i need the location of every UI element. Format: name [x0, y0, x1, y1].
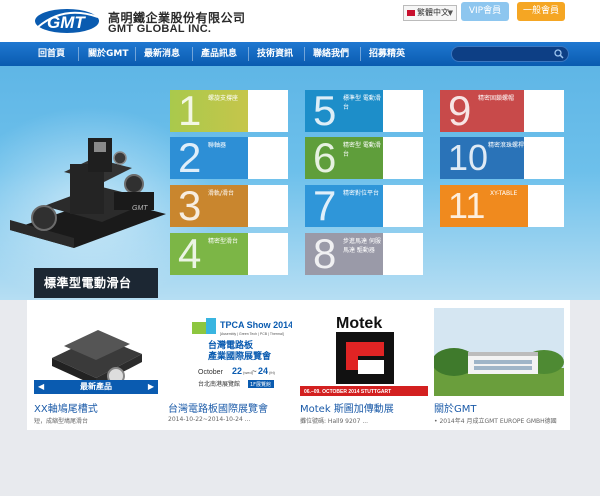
- main-nav: 回首頁 關於GMT 最新消息 產品訊息 技術資訊 聯絡我們 招募精英: [0, 42, 600, 66]
- nav-tech[interactable]: 技術資訊: [257, 42, 293, 66]
- about-summary: • 2014年4 月成立GMT EUROPE GMBH德國: [434, 418, 557, 425]
- category-thumbnail: [524, 90, 564, 132]
- category-thumbnail: [248, 90, 288, 132]
- member-button[interactable]: 一般會員: [517, 2, 565, 21]
- svg-text:1F展覽館: 1F展覽館: [250, 381, 271, 388]
- content-area: TPCA Show 2014 [Assembly | Green Tech | …: [0, 300, 600, 496]
- search-input[interactable]: [451, 46, 569, 62]
- category-thumbnail: [528, 185, 564, 227]
- hero-caption: 標準型電動滑台: [34, 268, 158, 298]
- svg-text:TPCA Show 2014: TPCA Show 2014: [220, 320, 292, 330]
- category-tile-8[interactable]: 8 步進馬達 伺服馬達 驅動器: [305, 233, 423, 275]
- about-gmt-image[interactable]: [434, 308, 564, 396]
- category-thumbnail: [248, 185, 288, 227]
- category-thumbnail: [248, 137, 288, 179]
- svg-text:~: ~: [252, 367, 257, 376]
- svg-text:產業國際展覽會: 產業國際展覽會: [207, 350, 272, 362]
- product-subtitle: 短，成縮型鳩尾滑台: [34, 418, 89, 425]
- nav-divider: [360, 47, 361, 61]
- category-tile-6[interactable]: 6 精密型 電動滑台: [305, 137, 423, 179]
- svg-text:GMT: GMT: [132, 205, 148, 212]
- gmt-logo[interactable]: GMT: [34, 7, 100, 35]
- category-thumbnail: [383, 233, 423, 275]
- svg-text:22: 22: [232, 366, 242, 376]
- new-products-label: 最新產品: [80, 382, 112, 391]
- motek-title-link[interactable]: Motek 斯圖加傳動展: [300, 400, 394, 415]
- category-thumbnail: [383, 185, 423, 227]
- nav-careers[interactable]: 招募精英: [369, 42, 405, 66]
- language-select[interactable]: 繁體中文 ▼: [403, 5, 457, 21]
- category-thumbnail: [383, 90, 423, 132]
- header: GMT 高明鐵企業股份有限公司 GMT GLOBAL INC. 繁體中文 ▼ V…: [0, 0, 600, 42]
- nav-products[interactable]: 產品訊息: [201, 42, 237, 66]
- svg-text:台灣電路板: 台灣電路板: [208, 339, 254, 351]
- nav-divider: [248, 47, 249, 61]
- tpca-date: 2014-10-22~2014-10-24 ...: [168, 416, 251, 423]
- category-tile-9[interactable]: 9 精密固鎖螺帽: [440, 90, 564, 132]
- category-tile-5[interactable]: 5 標準型 電動滑台: [305, 90, 423, 132]
- nav-divider: [78, 47, 79, 61]
- tpca-title-link[interactable]: 台灣電路板國際展覽會: [168, 400, 268, 415]
- search-icon[interactable]: [554, 49, 564, 59]
- nav-divider: [192, 47, 193, 61]
- nav-divider: [135, 47, 136, 61]
- category-thumbnail: [383, 137, 423, 179]
- nav-home[interactable]: 回首頁: [38, 42, 65, 66]
- nav-news[interactable]: 最新消息: [144, 42, 180, 66]
- svg-text:Motek: Motek: [336, 315, 382, 332]
- category-tile-7[interactable]: 7 精密對位平台: [305, 185, 423, 227]
- vip-member-button[interactable]: VIP會員: [461, 2, 509, 21]
- svg-text:[Assembly | Green Tech | PCB |: [Assembly | Green Tech | PCB | Thermal]: [220, 332, 284, 336]
- motek-expo-image[interactable]: Motek 06.–09. OCTOBER 2014 STUTTGART: [300, 308, 428, 396]
- category-tile-2[interactable]: 2 聯軸器: [170, 137, 288, 179]
- nav-about[interactable]: 關於GMT: [88, 42, 128, 66]
- nav-contact[interactable]: 聯絡我們: [313, 42, 349, 66]
- category-tile-11[interactable]: 11 XY-TABLE: [440, 185, 564, 227]
- category-tile-10[interactable]: 10 精密滾珠螺桿: [440, 137, 564, 179]
- svg-text:台北南港展覽館: 台北南港展覽館: [198, 380, 240, 388]
- language-label: 繁體中文: [417, 8, 449, 17]
- new-products-bar: ◀ 最新產品 ▶: [34, 380, 158, 394]
- taiwan-flag-icon: [407, 9, 415, 16]
- product-title-link[interactable]: XX軸鳩尾槽式: [34, 400, 98, 415]
- brand-name-en: GMT GLOBAL INC.: [108, 23, 212, 35]
- svg-text:24: 24: [258, 366, 268, 376]
- category-tile-4[interactable]: 4 精密型滑台: [170, 233, 288, 275]
- category-thumbnail: [248, 233, 288, 275]
- svg-text:GMT: GMT: [47, 13, 86, 32]
- hero-banner: GMT 1 螺旋支撐座 2 聯軸器 3 滑軌/滑台 4 精密型滑台 5 標準型 …: [0, 66, 600, 300]
- about-title-link[interactable]: 關於GMT: [434, 400, 477, 415]
- nav-divider: [304, 47, 305, 61]
- motek-booth: 攤位號碼: Hall9 9207 ...: [300, 418, 369, 425]
- chevron-down-icon: ▼: [447, 9, 453, 17]
- svg-text:(fri): (fri): [269, 370, 276, 375]
- prev-arrow-icon[interactable]: ◀: [38, 380, 44, 394]
- svg-text:06.–09. OCTOBER 2014 STUTTGART: 06.–09. OCTOBER 2014 STUTTGART: [304, 389, 391, 395]
- tpca-show-image[interactable]: TPCA Show 2014 [Assembly | Green Tech | …: [168, 308, 292, 396]
- category-thumbnail: [524, 137, 564, 179]
- category-tile-3[interactable]: 3 滑軌/滑台: [170, 185, 288, 227]
- next-arrow-icon[interactable]: ▶: [148, 380, 154, 394]
- svg-text:October: October: [198, 369, 224, 376]
- category-tile-1[interactable]: 1 螺旋支撐座: [170, 90, 288, 132]
- motorized-stage-image[interactable]: GMT: [4, 102, 170, 252]
